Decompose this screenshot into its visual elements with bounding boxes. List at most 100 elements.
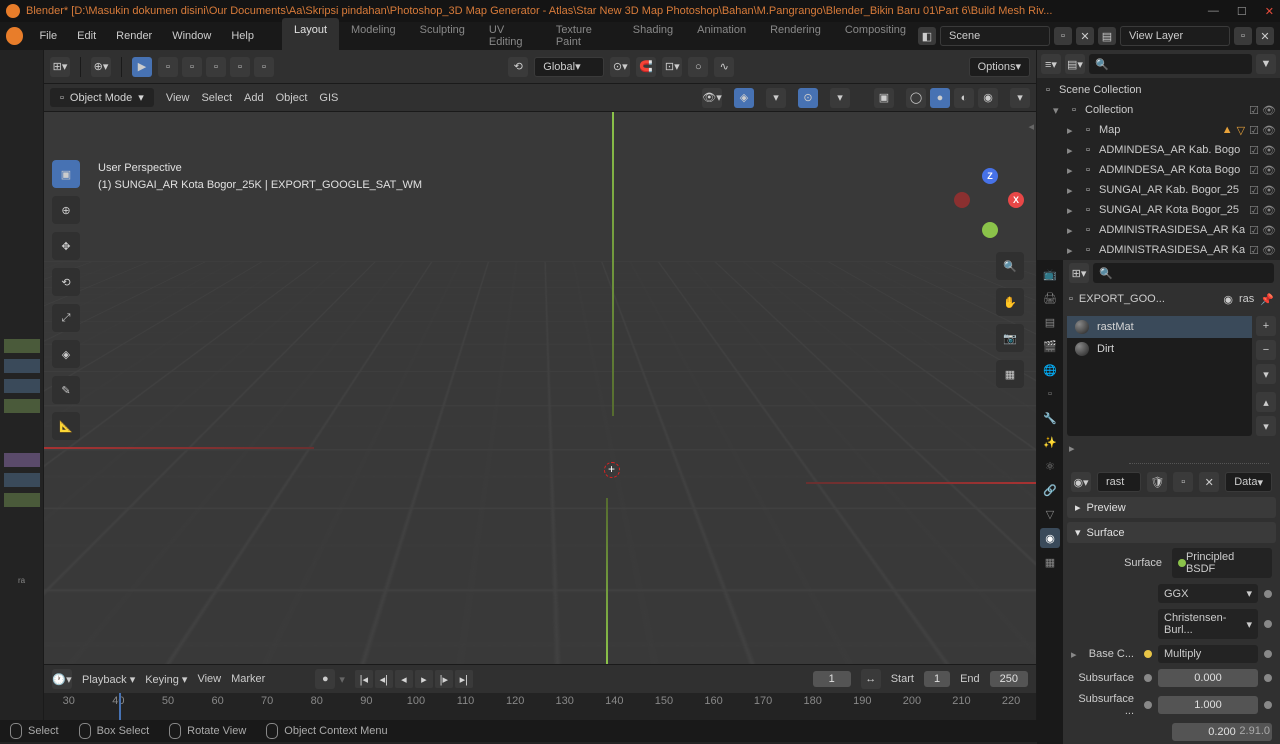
tab-physics[interactable]: ⚛ (1040, 456, 1060, 476)
scene-field[interactable]: Scene (940, 26, 1050, 46)
mat-shield-icon[interactable]: 🛡 (1147, 472, 1167, 492)
workspace-tab[interactable]: Animation (685, 18, 758, 54)
timeline-track[interactable]: 3040506070809010011012013014015016017018… (44, 693, 1036, 720)
vp-menu-add[interactable]: Add (244, 92, 264, 104)
mat-menu-icon[interactable]: ▾ (1256, 364, 1276, 384)
selmode-4[interactable]: ▫ (230, 57, 250, 77)
tree-row[interactable]: ▾▫Collection☑ 👁 (1037, 100, 1280, 120)
thumb-panel[interactable] (4, 493, 40, 507)
select-box-tool[interactable]: ▣ (52, 160, 80, 188)
measure-tool[interactable]: 📐 (52, 412, 80, 440)
scene-close-icon[interactable]: ✕ (1076, 27, 1094, 45)
play-rev-icon[interactable]: ◂ (395, 670, 413, 688)
mat-unlink-icon[interactable]: ✕ (1199, 472, 1219, 492)
thumb-panel[interactable] (4, 473, 40, 487)
tree-row[interactable]: ▸▫SUNGAI_AR Kab. Bogor_25☑ 👁 (1037, 180, 1280, 200)
menu-edit[interactable]: Edit (69, 26, 104, 46)
material-slot[interactable]: rastMat (1067, 316, 1252, 338)
workspace-tab[interactable]: Layout (282, 18, 339, 54)
tree-row[interactable]: ▸▫ADMINDESA_AR Kota Bogo☑ 👁 (1037, 160, 1280, 180)
scene-browse-icon[interactable]: ▫ (1054, 27, 1072, 45)
shade-render-icon[interactable]: ◉ (978, 88, 998, 108)
tab-particles[interactable]: ✨ (1040, 432, 1060, 452)
mat-add-icon[interactable]: + (1256, 316, 1276, 336)
propedit-icon[interactable]: ○ (688, 57, 708, 77)
shade-opts-icon[interactable]: ▾ (1010, 88, 1030, 108)
selmode-5[interactable]: ▫ (254, 57, 274, 77)
tab-material[interactable]: ◉ (1040, 528, 1060, 548)
tl-menu-marker[interactable]: Marker (231, 673, 265, 686)
pin-icon[interactable]: 📌 (1260, 293, 1274, 306)
vp-menu-view[interactable]: View (166, 92, 190, 104)
start-frame[interactable]: 1 (924, 671, 950, 687)
tab-render[interactable]: 📺 (1040, 264, 1060, 284)
tab-object[interactable]: ▫ (1040, 384, 1060, 404)
minimize-button[interactable]: — (1208, 5, 1219, 18)
orient-icon[interactable]: ⟲ (508, 57, 528, 77)
mode-dropdown[interactable]: ▫ Object Mode ▾ (50, 88, 154, 107)
play-icon[interactable]: ▸ (415, 670, 433, 688)
viewlayer-close-icon[interactable]: ✕ (1256, 27, 1274, 45)
scene-icon[interactable]: ◧ (918, 27, 936, 45)
menu-render[interactable]: Render (108, 26, 160, 46)
camera-icon[interactable]: 📷 (996, 324, 1024, 352)
material-slot[interactable]: Dirt (1067, 338, 1252, 360)
tab-world[interactable]: 🌐 (1040, 360, 1060, 380)
tree-row[interactable]: ▸▫ADMINDESA_AR Kab. Bogo☑ 👁 (1037, 140, 1280, 160)
zoom-icon[interactable]: 🔍 (996, 252, 1024, 280)
persp-icon[interactable]: ▦ (996, 360, 1024, 388)
tl-menu-keying[interactable]: Keying ▾ (145, 673, 187, 686)
menu-window[interactable]: Window (164, 26, 219, 46)
annotate-tool[interactable]: ✎ (52, 376, 80, 404)
pan-icon[interactable]: ✋ (996, 288, 1024, 316)
selmode-2[interactable]: ▫ (182, 57, 202, 77)
prop-type-icon[interactable]: ⊞▾ (1069, 263, 1089, 283)
mat-down-icon[interactable]: ▾ (1256, 416, 1276, 436)
selmode-3[interactable]: ▫ (206, 57, 226, 77)
options-dropdown[interactable]: Options ▾ (969, 57, 1030, 77)
end-frame[interactable]: 250 (990, 671, 1028, 687)
pivot-icon[interactable]: ⊙▾ (610, 57, 630, 77)
workspace-tab[interactable]: Shading (621, 18, 685, 54)
collapse-icon[interactable]: ◂ (1028, 120, 1034, 133)
tab-scene[interactable]: 🎬 (1040, 336, 1060, 356)
cursor-tool-icon[interactable]: ⊕▾ (91, 57, 111, 77)
surface-shader-dropdown[interactable]: Principled BSDF (1172, 548, 1272, 578)
tree-row[interactable]: ▸▫SUNGAI_AR Kota Bogor_25☑ 👁 (1037, 200, 1280, 220)
basecolor-mode[interactable]: Multiply (1158, 645, 1258, 663)
overlay-opts-icon[interactable]: ▾ (830, 88, 850, 108)
rotate-tool[interactable]: ⟲ (52, 268, 80, 296)
xray-icon[interactable]: ▣ (874, 88, 894, 108)
autokey-icon[interactable]: ● (315, 669, 335, 689)
thumb-panel[interactable] (4, 359, 40, 373)
outliner-filter-icon[interactable]: ▼ (1256, 54, 1276, 74)
tab-texture[interactable]: ▦ (1040, 552, 1060, 572)
overlay-toggle-icon[interactable]: ⊙ (798, 88, 818, 108)
shade-solid-icon[interactable]: ● (930, 88, 950, 108)
propedit-type-icon[interactable]: ∿ (714, 57, 734, 77)
tab-modifiers[interactable]: 🔧 (1040, 408, 1060, 428)
viewport-3d[interactable]: ▣ ⊕ ✥ ⟲ ⤢ ◈ ✎ 📐 User Perspective (1) SUN… (44, 112, 1036, 664)
cursor-tool[interactable]: ⊕ (52, 196, 80, 224)
gizmo-toggle-icon[interactable]: ◈ (734, 88, 754, 108)
mat-browse-icon[interactable]: ◉▾ (1071, 472, 1091, 492)
viewlayer-icon[interactable]: ▤ (1098, 27, 1116, 45)
gizmo-opts-icon[interactable]: ▾ (766, 88, 786, 108)
thumb-panel[interactable] (4, 399, 40, 413)
nav-gizmo[interactable]: Z X (954, 168, 1024, 238)
shade-wire-icon[interactable]: ◯ (906, 88, 926, 108)
jump-start-icon[interactable]: |◂ (355, 670, 373, 688)
outliner-type-icon[interactable]: ≡▾ (1041, 54, 1061, 74)
prop-search[interactable]: 🔍 (1093, 263, 1274, 283)
tree-row[interactable]: ▸▫ADMINISTRASIDESA_AR Ka☑ 👁 (1037, 220, 1280, 240)
tl-menu-playback[interactable]: Playback ▾ (82, 673, 135, 686)
current-frame[interactable]: 1 (813, 671, 851, 687)
tree-root[interactable]: ▫ Scene Collection (1037, 80, 1280, 100)
workspace-tab[interactable]: Rendering (758, 18, 833, 54)
sss-method-dropdown[interactable]: Christensen-Burl... ▾ (1158, 609, 1258, 639)
snap-type-icon[interactable]: ⊡▾ (662, 57, 682, 77)
close-button[interactable]: ✕ (1265, 5, 1274, 18)
workspace-tab[interactable]: UV Editing (477, 18, 544, 54)
move-tool[interactable]: ✥ (52, 232, 80, 260)
visibility-icon[interactable]: 👁▾ (702, 88, 722, 108)
